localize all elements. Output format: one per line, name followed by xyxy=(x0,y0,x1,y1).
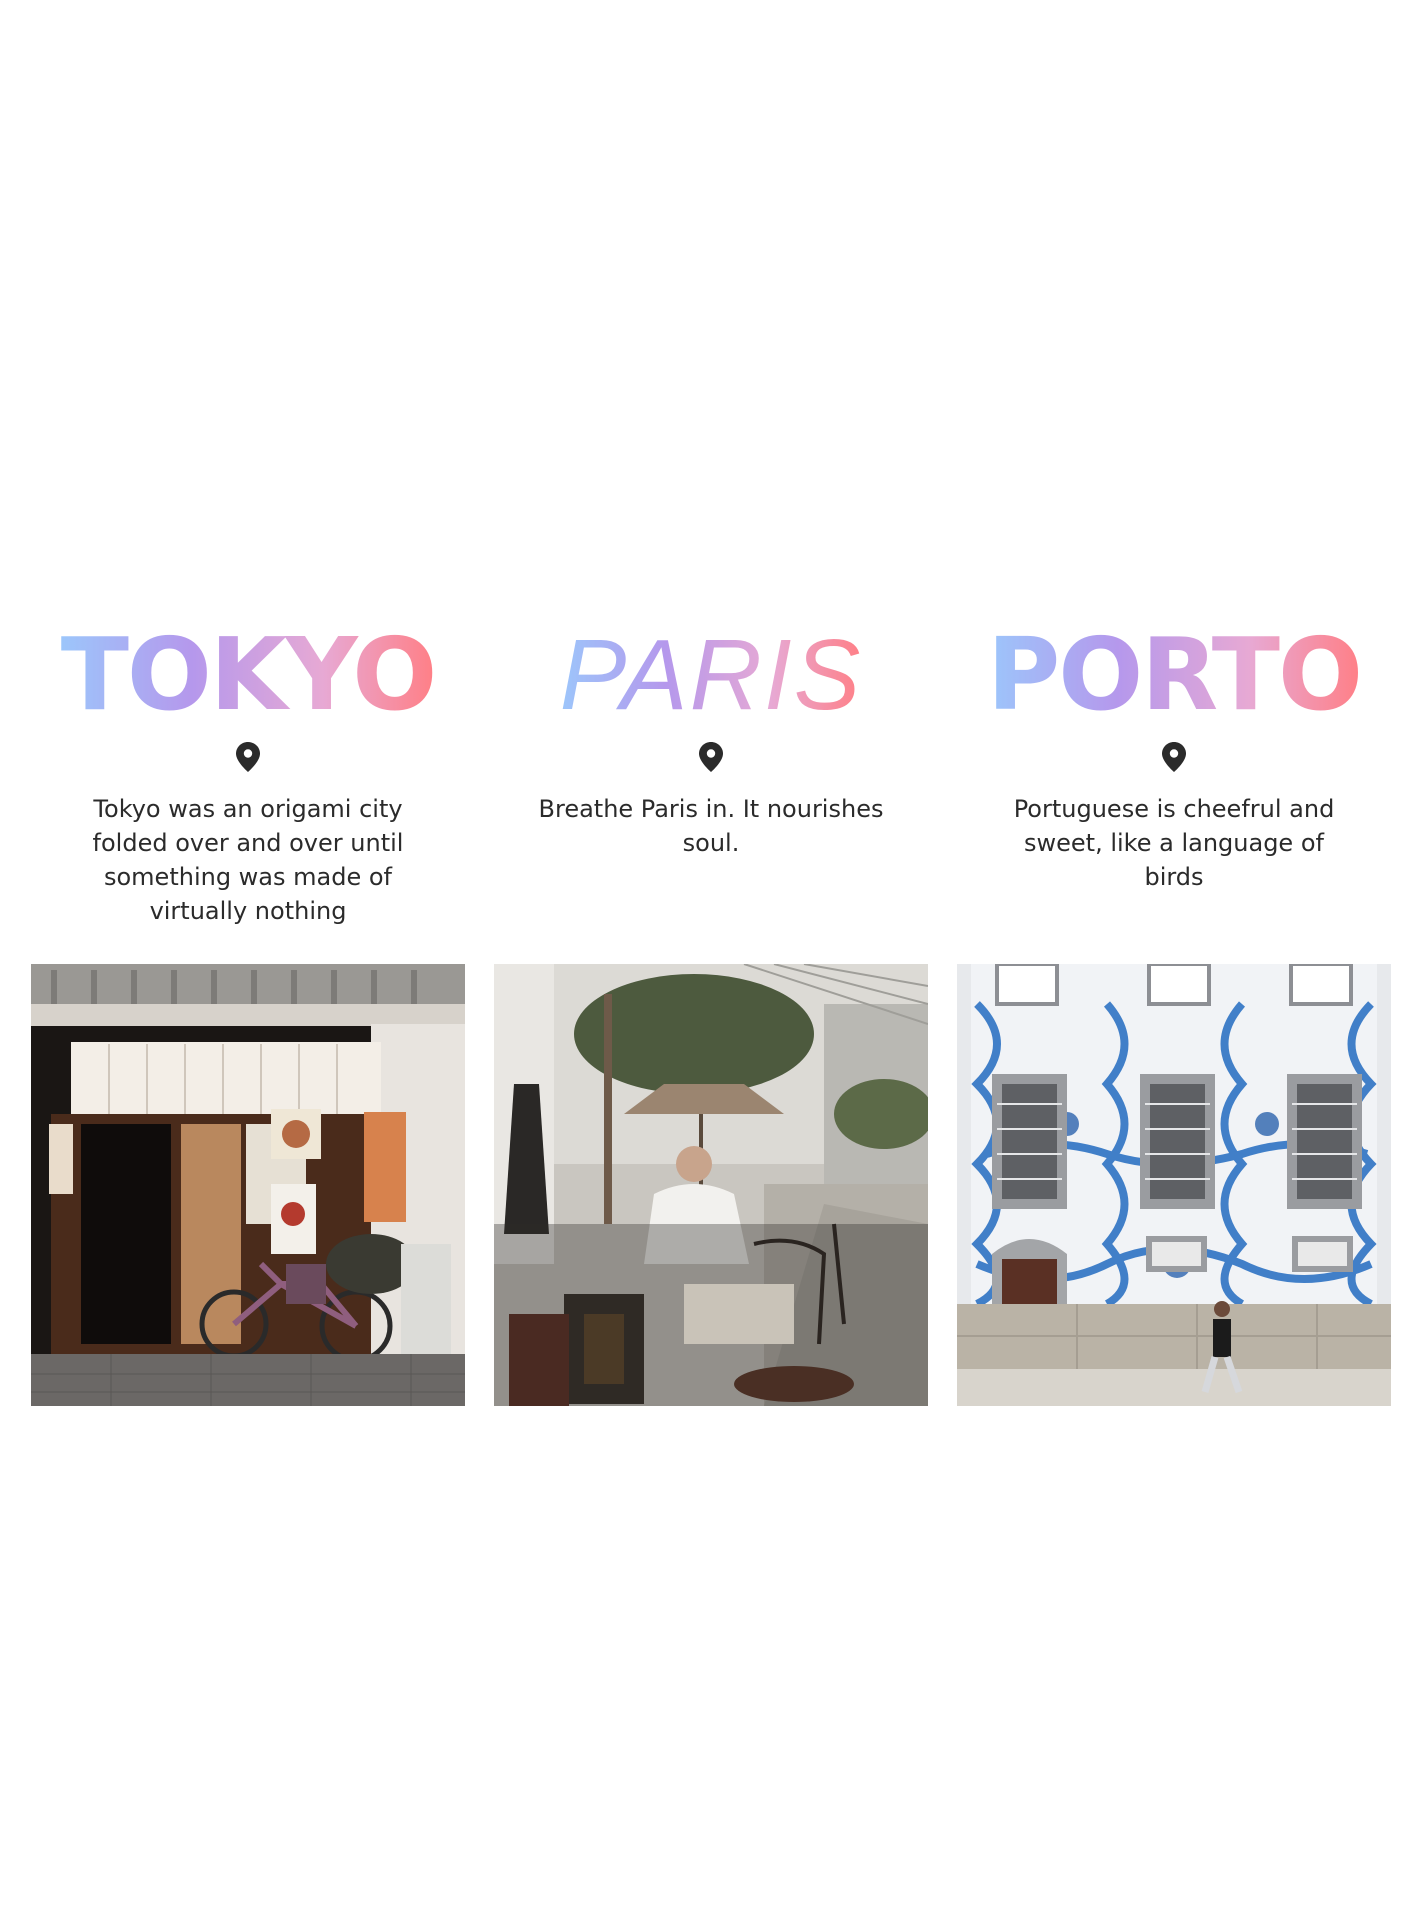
city-photo xyxy=(31,964,465,1406)
city-columns: TOKYO Tokyo was an origami city folded o… xyxy=(0,620,1422,1410)
city-title-text: PARIS xyxy=(559,619,863,731)
porto-azulejo-photo xyxy=(957,964,1391,1406)
city-title-text: PORTO xyxy=(986,616,1363,733)
city-title-text: TOKYO xyxy=(60,616,438,733)
city-card-tokyo: TOKYO Tokyo was an origami city folded o… xyxy=(31,620,465,1410)
map-pin-icon xyxy=(699,742,723,772)
city-card-paris: PARIS Breathe Paris in. It nourishes sou… xyxy=(494,620,928,1410)
city-title: PORTO xyxy=(957,620,1391,730)
city-card-porto: PORTO Portuguese is cheefrul and sweet, … xyxy=(957,620,1391,1410)
city-photo xyxy=(494,964,928,1406)
map-pin-icon xyxy=(236,742,260,772)
city-quote: Tokyo was an origami city folded over an… xyxy=(92,795,404,925)
city-quote: Portuguese is cheefrul and sweet, like a… xyxy=(1013,795,1335,891)
city-quote: Breathe Paris in. It nourishes soul. xyxy=(538,795,884,857)
paris-cafe-photo xyxy=(494,964,928,1406)
city-title: TOKYO xyxy=(31,620,465,730)
tokyo-shop-photo xyxy=(31,964,465,1406)
city-photo xyxy=(957,964,1391,1406)
city-title: PARIS xyxy=(494,620,928,730)
map-pin-icon xyxy=(1162,742,1186,772)
